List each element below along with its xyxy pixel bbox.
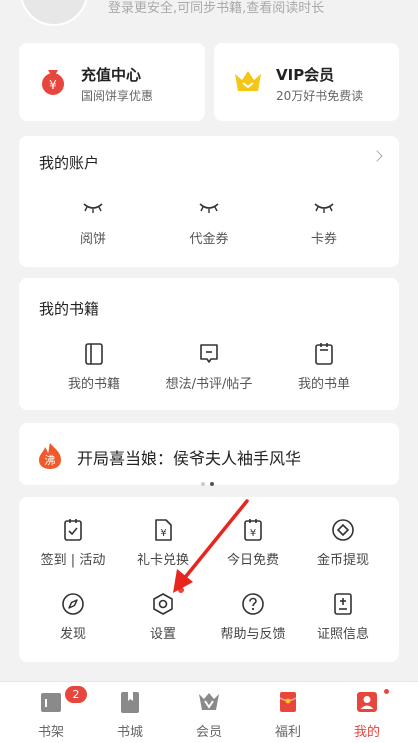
tab-label: 我的: [353, 725, 380, 740]
account-item-yuebing[interactable]: 阅饼: [48, 202, 138, 247]
tool-license-info[interactable]: 证照信息: [295, 592, 391, 642]
books-item-booklist[interactable]: 我的书单: [269, 342, 379, 392]
closed-eye-icon: [83, 203, 103, 213]
mine-notification-dot: [383, 688, 390, 695]
tool-label: 发现: [59, 627, 86, 642]
account-title: 我的账户: [39, 154, 100, 172]
settings-notification-dot: [178, 587, 184, 593]
avatar[interactable]: [20, 0, 88, 26]
books-item-reviews[interactable]: 想法/书评/帖子: [154, 342, 264, 392]
books-title: 我的书籍: [39, 300, 100, 318]
carousel-dot: [201, 482, 205, 486]
books-item-my-books[interactable]: 我的书籍: [39, 342, 149, 392]
money-bag-icon: ¥: [42, 70, 64, 95]
flame-icon: 沸: [39, 443, 61, 469]
compass-icon: [62, 593, 84, 615]
tab-welfare[interactable]: 福利: [246, 682, 330, 743]
free-today-icon: ¥: [244, 519, 262, 541]
tool-coin-withdraw[interactable]: 金币提现: [295, 518, 391, 568]
carousel-dots: [201, 471, 219, 490]
coin-withdraw-icon: [332, 519, 354, 541]
tool-label: 今日免费: [226, 553, 279, 568]
tab-label: 书城: [116, 725, 143, 740]
my-account-section: 我的账户 阅饼 代金券 卡券: [19, 136, 399, 267]
tool-label: 帮助与反馈: [220, 627, 286, 642]
tool-label: 证照信息: [316, 627, 369, 642]
bookshelf-icon: [41, 693, 61, 712]
profile-icon: [357, 692, 377, 712]
tool-free-today[interactable]: ¥ 今日免费: [205, 518, 301, 568]
booklist-icon: [315, 343, 333, 365]
tool-label: 设置: [149, 627, 176, 642]
tab-mine[interactable]: 我的: [325, 682, 409, 743]
tool-label: 礼卡兑换: [136, 553, 189, 568]
book-icon: [85, 343, 103, 365]
tool-label: 签到 | 活动: [40, 553, 106, 568]
recharge-subtitle: 国阅饼享优惠: [81, 89, 154, 103]
help-icon: [242, 593, 264, 615]
comment-icon: [200, 344, 218, 363]
account-item-label: 阅饼: [79, 232, 106, 247]
crown-icon: [235, 71, 261, 91]
hot-book-title: 开局喜当娘：侯爷夫人袖手风华: [77, 449, 302, 468]
svg-text:¥: ¥: [49, 78, 57, 92]
tool-settings[interactable]: 设置: [115, 587, 211, 642]
bookshelf-badge: 2: [65, 686, 87, 703]
tab-bookshelf[interactable]: 2 书架: [9, 682, 93, 743]
red-envelope-icon: [279, 692, 297, 712]
account-item-coupon[interactable]: 卡券: [279, 202, 369, 247]
tool-checkin[interactable]: 签到 | 活动: [25, 518, 121, 568]
vip-title: VIP会员: [276, 66, 335, 84]
tools-grid: 签到 | 活动 ¥ 礼卡兑换 ¥ 今日免费 金币提现 发现 设置 帮助与反馈 证…: [19, 497, 399, 662]
vip-diamond-icon: [199, 693, 219, 710]
tab-membership[interactable]: 会员: [167, 682, 251, 743]
gift-card-icon: ¥: [155, 519, 172, 541]
closed-eye-icon: [199, 203, 219, 213]
chevron-right-icon[interactable]: [371, 150, 383, 162]
checkin-icon: [64, 519, 82, 541]
account-item-label: 代金券: [189, 232, 229, 247]
books-item-label: 我的书单: [297, 377, 350, 392]
closed-eye-icon: [314, 203, 334, 213]
profile-header[interactable]: 登录更安全,可同步书籍,查看阅读时长: [0, 0, 418, 28]
bottom-tab-bar: 2 书架 书城 会员 福利 我的: [0, 681, 418, 743]
bookstore-icon: [121, 692, 139, 713]
vip-subtitle: 20万好书免费读: [276, 89, 364, 103]
svg-text:¥: ¥: [250, 528, 256, 539]
tool-gift-card[interactable]: ¥ 礼卡兑换: [115, 518, 211, 568]
settings-hexagon-icon: [153, 593, 173, 615]
tool-help-feedback[interactable]: 帮助与反馈: [205, 592, 301, 642]
carousel-dot-active: [210, 482, 214, 486]
login-hint[interactable]: 登录更安全,可同步书籍,查看阅读时长: [108, 0, 324, 16]
account-item-voucher[interactable]: 代金券: [164, 202, 254, 247]
recharge-center-card[interactable]: ¥ 充值中心 国阅饼享优惠: [19, 43, 205, 121]
tool-discover[interactable]: 发现: [25, 592, 121, 642]
tool-label: 金币提现: [316, 553, 369, 568]
books-item-label: 想法/书评/帖子: [165, 377, 253, 392]
books-item-label: 我的书籍: [67, 377, 120, 392]
svg-text:¥: ¥: [160, 528, 166, 539]
tab-label: 福利: [274, 725, 301, 740]
hot-recommendation-banner[interactable]: 沸 开局喜当娘：侯爷夫人袖手风华: [19, 423, 399, 486]
tab-bookstore[interactable]: 书城: [88, 682, 172, 743]
hot-badge-text: 沸: [45, 454, 56, 467]
tab-label: 会员: [195, 725, 222, 740]
recharge-title: 充值中心: [81, 66, 142, 84]
license-icon: [334, 593, 352, 615]
tab-label: 书架: [37, 725, 64, 740]
vip-member-card[interactable]: VIP会员 20万好书免费读: [214, 43, 399, 121]
my-books-section: 我的书籍 我的书籍 想法/书评/帖子 我的书单: [19, 278, 399, 410]
account-item-label: 卡券: [310, 232, 337, 247]
